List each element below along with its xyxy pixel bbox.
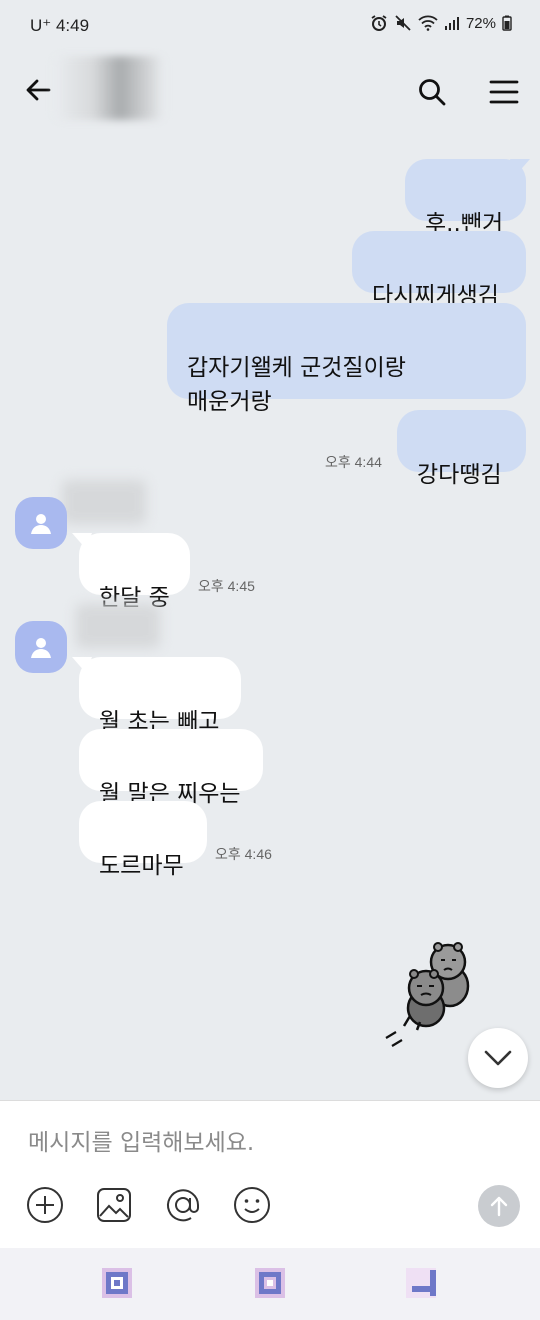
recent-apps-icon (102, 1268, 132, 1298)
other-message-bubble[interactable]: 월 초는 빼고 (79, 657, 241, 735)
send-icon (490, 1196, 508, 1217)
system-navigation-bar (0, 1248, 540, 1320)
alarm-icon (370, 14, 388, 32)
menu-button[interactable] (482, 70, 526, 114)
bear-sticker-icon (385, 942, 470, 1047)
arrow-left-icon (26, 79, 51, 101)
mention-icon (167, 1189, 199, 1222)
my-message-bubble[interactable]: 강다땡김 (397, 410, 526, 488)
other-message-bubble[interactable]: 도르마무 (79, 801, 207, 879)
plus-icon (27, 1187, 63, 1223)
wifi-icon (418, 15, 438, 31)
chat-title-blurred (54, 56, 164, 120)
other-message-bubble[interactable]: 한달 중 (79, 533, 190, 611)
avatar[interactable] (15, 621, 67, 673)
message-text: 강다땡김 (417, 462, 502, 488)
message-input[interactable] (0, 1121, 540, 1165)
sender-name-blurred (76, 604, 160, 648)
my-message-bubble[interactable]: 다시찌게생김 (352, 231, 526, 309)
sender-name-blurred (62, 480, 146, 524)
my-message-bubble[interactable]: 후..뺀거 (405, 159, 526, 237)
my-message-bubble[interactable]: 갑자기왤케 군것질이랑 매운거랑 (167, 303, 526, 415)
person-icon (31, 514, 51, 534)
message-text: 갑자기왤케 군것질이랑 매운거랑 (187, 355, 406, 415)
status-icons: 72% (370, 14, 512, 32)
scroll-to-bottom-button[interactable] (468, 1028, 528, 1088)
home-button[interactable] (253, 1266, 287, 1300)
bubble-tail-icon (510, 159, 530, 175)
back-button[interactable] (18, 70, 58, 110)
image-button[interactable] (94, 1185, 134, 1225)
battery-text: 72% (465, 14, 496, 32)
image-icon (97, 1188, 131, 1222)
other-message-bubble[interactable]: 월 말은 찌우는 (79, 729, 263, 807)
message-time: 오후 4:44 (325, 454, 382, 470)
chat-header (0, 56, 540, 126)
hamburger-menu-icon (489, 80, 519, 104)
signal-icon (444, 15, 460, 31)
person-icon (31, 638, 51, 658)
message-text: 도르마무 (99, 853, 184, 879)
sticker-image[interactable] (374, 938, 474, 1058)
status-bar: U⁺ 4:49 72% (0, 0, 540, 56)
nav-back-icon (406, 1268, 436, 1298)
send-button[interactable] (478, 1185, 520, 1227)
add-attachment-button[interactable] (25, 1185, 65, 1225)
message-time: 오후 4:46 (215, 846, 272, 862)
message-time: 오후 4:45 (198, 578, 255, 594)
back-nav-button[interactable] (404, 1266, 438, 1300)
avatar[interactable] (15, 497, 67, 549)
battery-icon (502, 15, 512, 31)
chevron-down-icon (484, 1050, 512, 1066)
search-icon (419, 79, 446, 106)
search-button[interactable] (410, 70, 454, 114)
message-input-area (0, 1100, 540, 1248)
recent-apps-button[interactable] (100, 1266, 134, 1300)
emoji-button[interactable] (232, 1185, 272, 1225)
carrier-time: U⁺ 4:49 (30, 16, 90, 35)
home-icon (255, 1268, 285, 1298)
mention-button[interactable] (163, 1185, 203, 1225)
mute-icon (394, 14, 412, 32)
emoji-icon (234, 1187, 270, 1223)
